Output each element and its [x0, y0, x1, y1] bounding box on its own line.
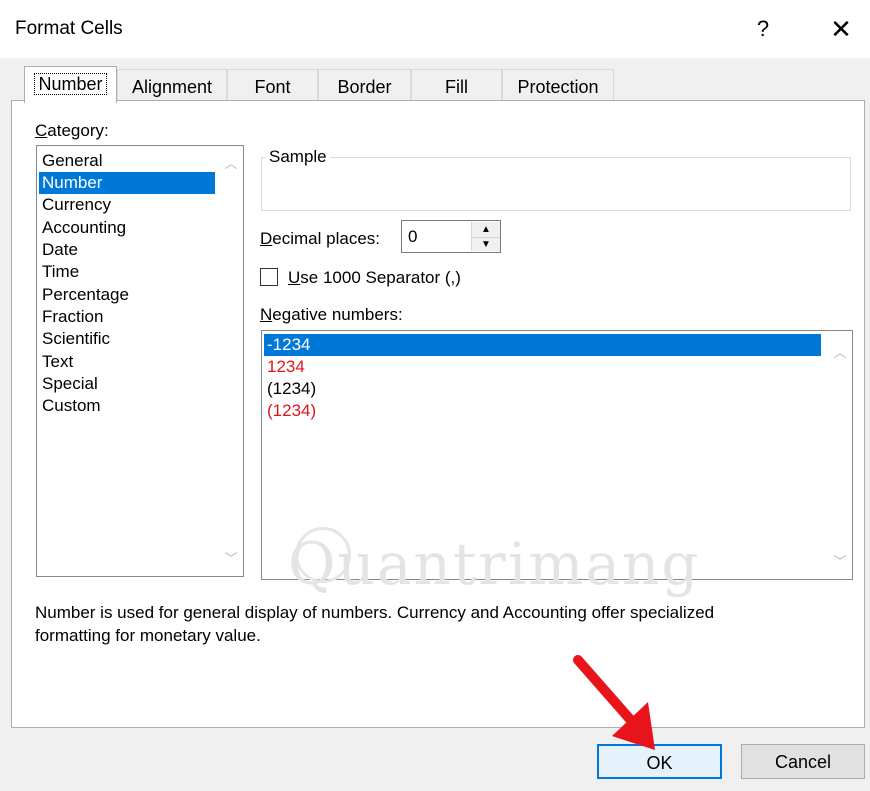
tab-border[interactable]: Border — [318, 69, 411, 101]
category-item-scientific[interactable]: Scientific — [39, 328, 215, 350]
tab-font[interactable]: Font — [227, 69, 318, 101]
title-bar — [0, 0, 870, 58]
annotation-arrow-icon — [573, 655, 655, 750]
category-item-currency[interactable]: Currency — [39, 194, 215, 216]
sample-label: Sample — [266, 147, 330, 167]
sample-groupbox: Sample — [261, 147, 851, 211]
category-item-number[interactable]: Number — [39, 172, 215, 194]
scroll-up-icon[interactable]: ︿ — [220, 153, 242, 172]
category-item-time[interactable]: Time — [39, 261, 215, 283]
close-icon[interactable]: ✕ — [827, 14, 855, 44]
category-item-custom[interactable]: Custom — [39, 395, 215, 417]
negative-scrollbar[interactable]: ︿ ﹀ — [829, 332, 851, 578]
spin-buttons: ▲ ▼ — [471, 222, 500, 251]
category-scrollbar[interactable]: ︿ ﹀ — [220, 147, 242, 575]
negative-item[interactable]: (1234) — [264, 400, 821, 422]
negative-item[interactable]: 1234 — [264, 356, 821, 378]
tab-protection[interactable]: Protection — [502, 69, 614, 101]
separator-checkbox[interactable] — [260, 268, 278, 286]
description-line-1: Number is used for general display of nu… — [35, 603, 715, 622]
negative-numbers-label: Negative numbers: — [260, 305, 403, 324]
category-label: Category: — [35, 121, 109, 140]
category-item-percentage[interactable]: Percentage — [39, 284, 215, 306]
description-line-2: formatting for monetary value. — [35, 626, 261, 645]
help-icon[interactable]: ? — [752, 16, 774, 42]
tab-fill-label: Fill — [445, 77, 468, 97]
tab-alignment[interactable]: Alignment — [117, 69, 227, 101]
tab-protection-label: Protection — [517, 77, 599, 97]
dialog-title: Format Cells — [15, 18, 123, 39]
category-item-accounting[interactable]: Accounting — [39, 217, 215, 239]
tab-number-label: Number — [34, 73, 107, 95]
scroll-down-icon[interactable]: ﹀ — [220, 548, 242, 567]
watermark-text: Quantrimang — [288, 530, 701, 598]
category-item-fraction[interactable]: Fraction — [39, 306, 215, 328]
negative-item[interactable]: (1234) — [264, 378, 821, 400]
scroll-up-icon[interactable]: ︿ — [829, 342, 851, 361]
decimal-places-spinner[interactable]: 0 ▲ ▼ — [401, 220, 501, 253]
separator-label: Use 1000 Separator (,) — [288, 268, 461, 287]
tab-font-label: Font — [254, 77, 291, 97]
spin-down-icon[interactable]: ▼ — [472, 237, 500, 252]
cancel-button[interactable]: Cancel — [741, 744, 865, 779]
decimal-places-label: Decimal places: — [260, 229, 380, 248]
category-item-general[interactable]: General — [39, 150, 215, 172]
category-item-date[interactable]: Date — [39, 239, 215, 261]
tab-alignment-label: Alignment — [131, 77, 213, 97]
scroll-down-icon[interactable]: ﹀ — [829, 551, 851, 570]
tab-fill[interactable]: Fill — [411, 69, 502, 101]
decimal-places-value[interactable]: 0 — [408, 227, 417, 247]
category-item-text[interactable]: Text — [39, 351, 215, 373]
negative-item[interactable]: -1234 — [264, 334, 821, 356]
spin-up-icon[interactable]: ▲ — [472, 222, 500, 238]
tab-border-label: Border — [337, 77, 392, 97]
category-item-special[interactable]: Special — [39, 373, 215, 395]
category-listbox[interactable]: General Number Currency Accounting Date … — [36, 145, 244, 577]
tab-number[interactable]: Number — [24, 66, 117, 103]
